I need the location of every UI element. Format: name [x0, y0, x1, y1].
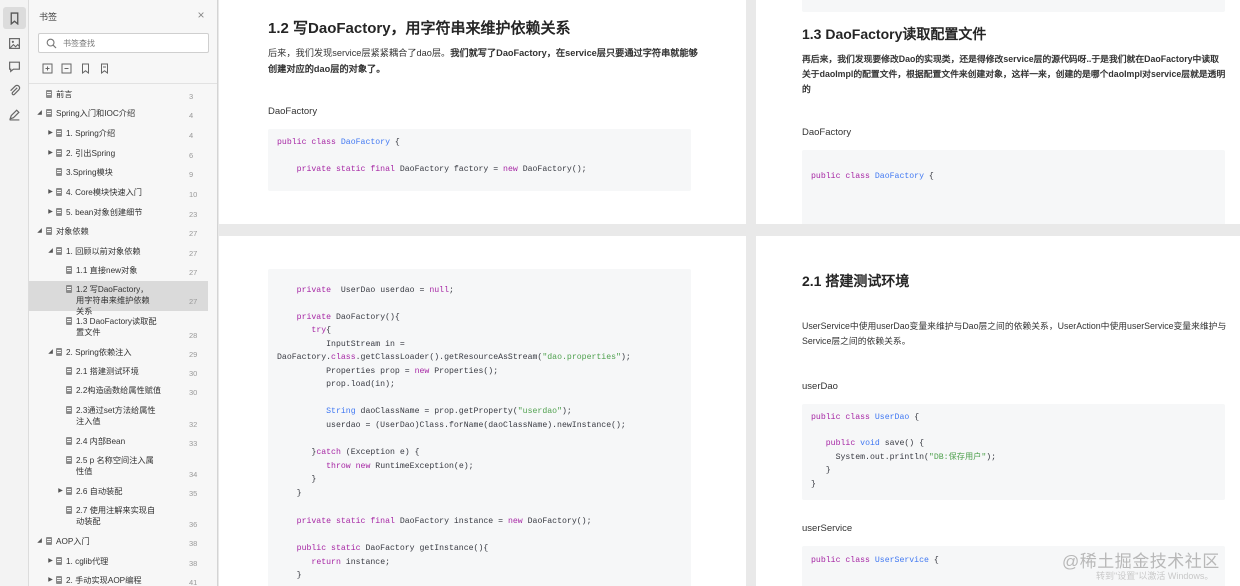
document-page: 2.1 搭建测试环境 UserService中使用userDao变量来维护与Da…: [756, 236, 1240, 586]
page-gap: [218, 224, 1240, 236]
code-block: public class DaoFactory {: [802, 150, 1225, 224]
document-page: private UserDao userdao = null; private …: [219, 236, 746, 586]
tree-node[interactable]: ◢ 2. Spring依赖注入 29: [29, 347, 208, 361]
tree-node[interactable]: 1.1 直接new对象 27: [29, 265, 208, 279]
divider: [29, 83, 217, 84]
paragraph: 再后来，我们发现要修改Dao的实现类，还是得修改service层的源代码呀..于…: [802, 54, 1226, 94]
tree-node[interactable]: 1.3 DaoFactory读取配置文件 28: [29, 316, 208, 340]
tree-node[interactable]: 2.4 内部Bean 33: [29, 436, 208, 450]
comment-icon[interactable]: [3, 55, 26, 77]
page-gap: [746, 0, 756, 586]
tree-node[interactable]: ▶ 2. 引出Spring 6: [29, 148, 208, 162]
bookmark-search[interactable]: [38, 33, 209, 53]
document-page: 1.2 写DaoFactory，用字符串来维护依赖关系 后来，我们发现servi…: [219, 0, 746, 224]
chevron-down-icon[interactable]: ◢: [36, 108, 43, 118]
document-page: 1.3 DaoFactory读取配置文件 再后来，我们发现要修改Dao的实现类，…: [756, 0, 1240, 224]
code-caption: userService: [802, 523, 853, 534]
tree-node-selected[interactable]: 1.2 写DaoFactory，用字符串来维护依赖关系 27: [29, 281, 208, 316]
attachment-icon[interactable]: [3, 79, 26, 101]
tool-rail: [0, 0, 29, 586]
code-block: public class DaoFactory { private static…: [268, 129, 691, 191]
bookmark-panel: 书签 × 前言 3 ◢ Spring入门和IOC介绍 4: [29, 0, 218, 586]
tree-node[interactable]: 2.7 使用注解来实现自动装配 36: [29, 505, 208, 529]
tree-node[interactable]: ▶ 2. 手动实现AOP编程 41: [29, 575, 208, 586]
paragraph: UserService中使用userDao变量来维护与Dao层之间的依赖关系，U…: [802, 321, 1227, 346]
tree-node[interactable]: ▶ 1. cglib代理 38: [29, 556, 208, 570]
add-bookmark-icon[interactable]: [79, 62, 92, 75]
tree-node[interactable]: 2.5 p 名称空间注入属性值 34: [29, 455, 208, 479]
section-heading: 1.3 DaoFactory读取配置文件: [802, 26, 987, 42]
tree-node[interactable]: ◢ AOP入门 38: [29, 536, 208, 550]
tree-node[interactable]: 2.1 搭建测试环境 30: [29, 366, 208, 380]
chevron-right-icon[interactable]: ▶: [47, 575, 54, 585]
search-icon: [46, 38, 57, 49]
tree-node[interactable]: ▶ 5. bean对象创建细节 23: [29, 207, 208, 221]
code-block-tail: [802, 0, 1225, 12]
tree-node[interactable]: 2.3通过set方法给属性注入值 32: [29, 405, 208, 429]
collapse-all-icon[interactable]: [60, 62, 73, 75]
thumbnail-icon[interactable]: [3, 32, 26, 54]
bookmark-outline-icon[interactable]: [98, 62, 111, 75]
bookmark-toolbar: [41, 62, 111, 76]
chevron-down-icon[interactable]: ◢: [47, 246, 54, 256]
expand-all-icon[interactable]: [41, 62, 54, 75]
search-input[interactable]: [63, 36, 203, 50]
section-heading: 2.1 搭建测试环境: [802, 273, 910, 289]
code-caption: DaoFactory: [268, 106, 318, 117]
paragraph: 后来，我们发现service层紧紧耦合了dao层。我们就写了DaoFactory…: [268, 48, 698, 74]
code-block: public class UserDao { public void save(…: [802, 404, 1225, 500]
bookmark-icon[interactable]: [3, 7, 26, 29]
chevron-right-icon[interactable]: ▶: [47, 556, 54, 566]
chevron-right-icon[interactable]: ▶: [47, 128, 54, 138]
chevron-right-icon[interactable]: ▶: [47, 187, 54, 197]
tree-node[interactable]: 前言 3: [29, 89, 208, 103]
tree-node[interactable]: ◢ 对象依赖 27: [29, 226, 208, 240]
section-heading: 1.2 写DaoFactory，用字符串来维护依赖关系: [268, 20, 571, 37]
close-icon[interactable]: ×: [196, 9, 206, 21]
activation-watermark: 转到"设置"以激活 Windows。: [1096, 571, 1214, 581]
tree-node[interactable]: ◢ Spring入门和IOC介绍 4: [29, 108, 208, 122]
chevron-right-icon[interactable]: ▶: [47, 207, 54, 217]
chevron-down-icon[interactable]: ◢: [36, 536, 43, 546]
signature-icon[interactable]: [3, 103, 26, 125]
code-block: private UserDao userdao = null; private …: [268, 269, 691, 586]
chevron-right-icon[interactable]: ▶: [47, 148, 54, 158]
panel-title: 书签: [39, 12, 58, 22]
chevron-down-icon[interactable]: ◢: [47, 347, 54, 357]
tree-node[interactable]: 2.2构造函数给属性赋值 30: [29, 385, 208, 399]
chevron-down-icon[interactable]: ◢: [36, 226, 43, 236]
chevron-right-icon[interactable]: ▶: [57, 486, 64, 496]
tree-node[interactable]: ◢ 1. 回顾以前对象依赖 27: [29, 246, 208, 260]
tree-node[interactable]: ▶ 2.6 自动装配 35: [29, 486, 208, 500]
tree-node[interactable]: 3.Spring模块 9: [29, 167, 208, 181]
code-caption: userDao: [802, 381, 838, 392]
tree-node[interactable]: ▶ 1. Spring介绍 4: [29, 128, 208, 142]
tree-node[interactable]: ▶ 4. Core模块快速入门 10: [29, 187, 208, 201]
code-caption: DaoFactory: [802, 127, 852, 138]
